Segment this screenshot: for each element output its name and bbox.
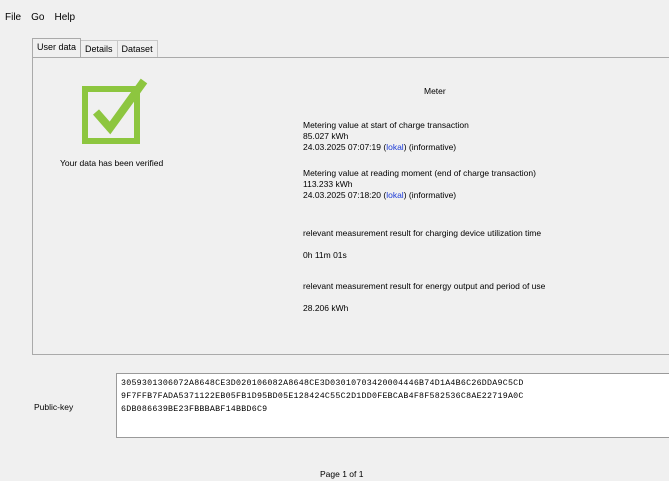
energy-label: relevant measurement result for energy o…	[303, 281, 546, 291]
start-timestamp: 24.03.2025 07:07:19	[303, 142, 381, 152]
meter-title: Meter	[424, 86, 446, 96]
checkmark-icon	[82, 78, 148, 144]
page-indicator: Page 1 of 1	[320, 469, 364, 479]
public-key-line: 9F7FFB7FADA5371122EB05FB1D95BD05E128424C…	[121, 392, 524, 401]
energy-value: 28.206 kWh	[303, 303, 349, 313]
reading-value-label: Metering value at reading moment (end of…	[303, 168, 536, 178]
reading-value: 113.233 kWh	[303, 179, 353, 189]
public-key-label: Public-key	[34, 402, 74, 412]
public-key-field[interactable]: 3059301306072A8648CE3D020106082A8648CE3D…	[116, 373, 669, 438]
reading-informative: (informative)	[408, 190, 457, 200]
tab-user-data[interactable]: User data	[32, 38, 82, 57]
verified-status-text: Your data has been verified	[60, 158, 164, 168]
duration-value: 0h 11m 01s	[303, 250, 347, 260]
menu-bar: File Go Help	[0, 10, 80, 26]
reading-timestamp-line: 24.03.2025 07:18:20 (lokal) (informative…	[303, 190, 457, 200]
reading-timestamp: 24.03.2025 07:18:20	[303, 190, 381, 200]
menu-go[interactable]: Go	[26, 10, 49, 26]
start-value-label: Metering value at start of charge transa…	[303, 120, 469, 130]
start-value: 85.027 kWh	[303, 131, 349, 141]
public-key-line: 3059301306072A8648CE3D020106082A8648CE3D…	[121, 379, 524, 388]
start-timestamp-line: 24.03.2025 07:07:19 (lokal) (informative…	[303, 142, 457, 152]
menu-file[interactable]: File	[0, 10, 26, 26]
public-key-line: 6DB086639BE23FBBBABF14BBD6C9	[121, 405, 268, 414]
duration-label: relevant measurement result for charging…	[303, 228, 542, 238]
tab-dataset[interactable]: Dataset	[116, 40, 158, 57]
start-lokal-link[interactable]: lokal	[386, 142, 403, 152]
menu-help[interactable]: Help	[49, 10, 80, 26]
reading-lokal-link[interactable]: lokal	[386, 190, 403, 200]
tab-bar: User data Details Dataset	[32, 38, 158, 57]
tab-details[interactable]: Details	[80, 40, 118, 57]
start-informative: (informative)	[408, 142, 457, 152]
